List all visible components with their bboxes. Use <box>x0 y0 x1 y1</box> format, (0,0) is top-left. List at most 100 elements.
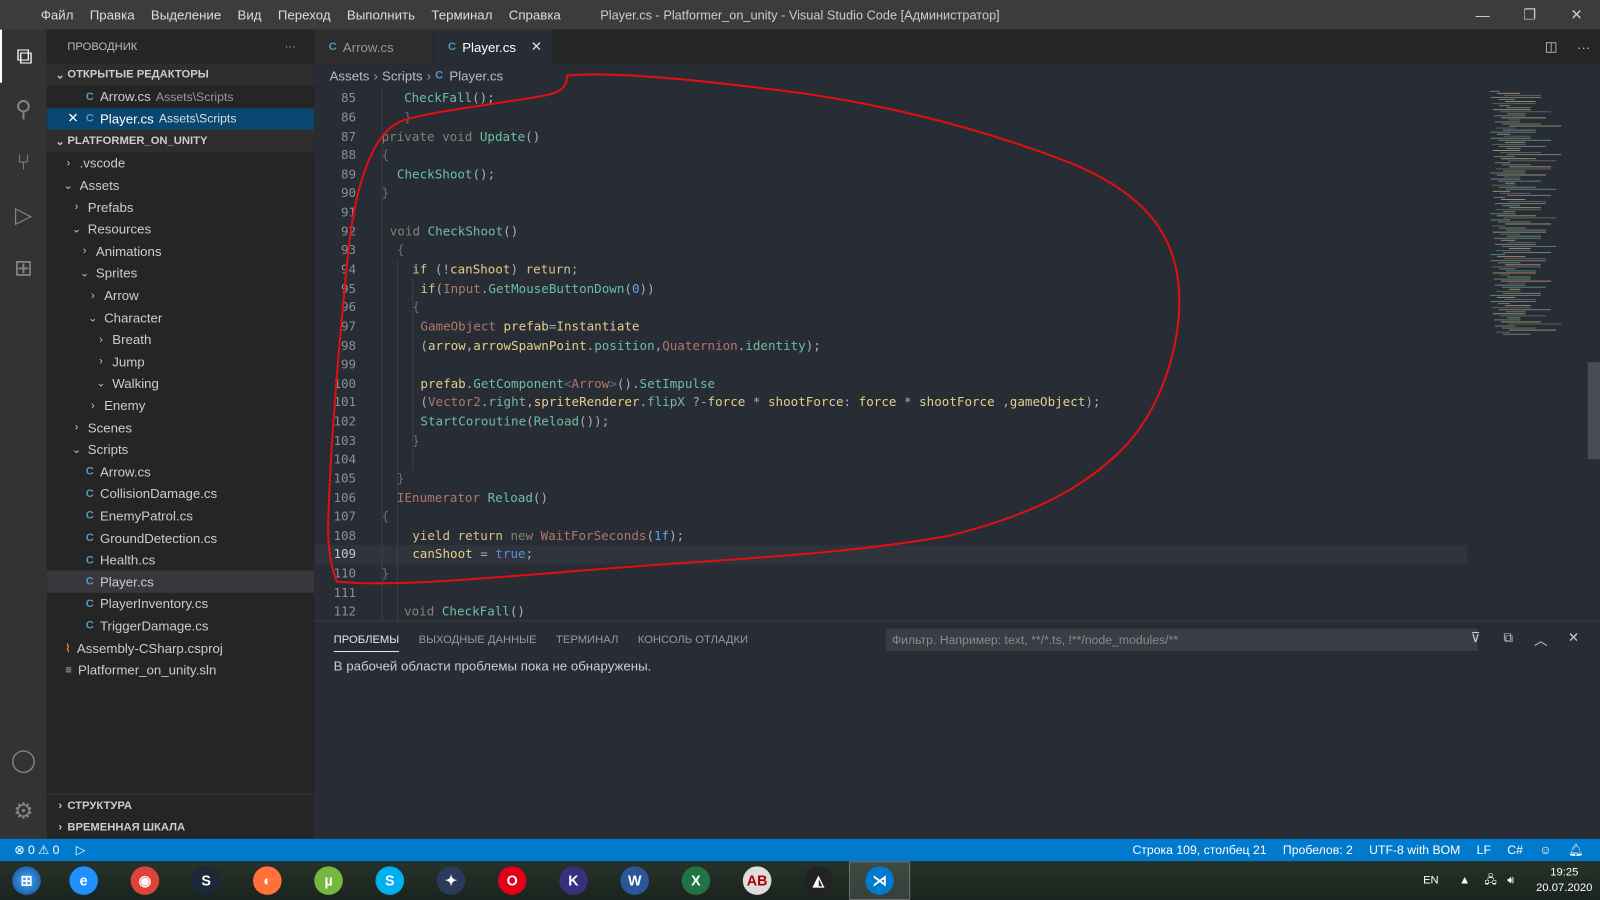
language-mode[interactable]: C# <box>1507 843 1523 857</box>
code-line[interactable]: 90} <box>314 184 1467 203</box>
taskbar-unity-hub-icon[interactable]: ✦ <box>420 861 481 900</box>
tree-folder[interactable]: › Scenes <box>47 417 314 439</box>
code-line[interactable]: 96 { <box>314 298 1467 317</box>
more-icon[interactable]: ··· <box>1567 39 1600 54</box>
menu-item[interactable]: Выделение <box>143 7 230 22</box>
code-line[interactable]: 93 { <box>314 241 1467 260</box>
collapse-all-icon[interactable]: ⧉ <box>1492 630 1525 649</box>
code-line[interactable]: 106 IEnumerator Reload() <box>314 488 1467 507</box>
tree-file[interactable]: C PlayerInventory.cs <box>47 593 314 615</box>
code-line[interactable]: 86} <box>314 108 1467 127</box>
close-icon[interactable]: ✕ <box>67 111 85 127</box>
tree-folder[interactable]: ⌄ Assets <box>47 174 314 196</box>
taskbar-word-icon[interactable]: W <box>604 861 665 900</box>
open-editor-player[interactable]: ✕ C Player.cs Assets\Scripts <box>46 107 315 130</box>
tree-folder[interactable]: ⌄ Resources <box>47 218 314 240</box>
project-section[interactable]: ⌄ PLATFORMER_ON_UNITY <box>46 129 315 153</box>
gear-icon[interactable]: ⚙ <box>0 785 47 838</box>
explorer-icon[interactable]: ⧉ <box>0 29 47 83</box>
code-line[interactable]: 91 <box>314 203 1467 222</box>
code-line[interactable]: 89 CheckShoot(); <box>314 165 1467 184</box>
maximize-panel-icon[interactable]: ︿ <box>1524 630 1557 649</box>
tree-folder[interactable]: › Arrow <box>47 284 314 306</box>
menu-item[interactable]: Терминал <box>423 7 500 22</box>
tree-folder[interactable]: › Jump <box>47 351 314 373</box>
feedback-icon[interactable]: ☺ <box>1539 843 1552 857</box>
tree-file[interactable]: ≡ Platformer_on_unity.sln <box>47 659 314 681</box>
tree-file[interactable]: ⌇ Assembly-CSharp.csproj <box>47 637 314 659</box>
tab-output[interactable]: ВЫХОДНЫЕ ДАННЫЕ <box>419 634 537 646</box>
breadcrumb-item[interactable]: Player.cs <box>449 68 503 83</box>
code-line[interactable]: 87 private void Update() <box>314 127 1467 146</box>
code-line[interactable]: 112 void CheckFall() <box>314 602 1467 620</box>
code-line[interactable]: 108 yield return new WaitForSeconds(1f); <box>314 526 1467 545</box>
code-line[interactable]: 103} <box>314 431 1467 450</box>
open-editors-section[interactable]: ⌄ ОТКРЫТЫЕ РЕДАКТОРЫ <box>46 63 315 86</box>
code-line[interactable]: 94 if (!canShoot) return; <box>314 260 1467 279</box>
vertical-scrollbar[interactable] <box>1587 362 1600 460</box>
taskbar-unity-icon[interactable]: ◭ <box>788 861 849 900</box>
outline-section[interactable]: › СТРУКТУРА <box>46 793 315 817</box>
code-line[interactable]: 111 <box>314 583 1467 602</box>
tree-folder[interactable]: › .vscode <box>47 152 314 174</box>
menu-item[interactable]: Файл <box>33 7 82 22</box>
filter-icon[interactable]: ⊽ <box>1459 630 1492 649</box>
search-icon[interactable]: ⚲ <box>0 83 47 136</box>
taskbar-steam-icon[interactable]: S <box>176 861 237 900</box>
taskbar-chrome-icon[interactable]: ◉ <box>114 861 175 900</box>
code-line[interactable]: 88 { <box>314 146 1467 165</box>
source-control-icon[interactable]: ⑂ <box>0 136 47 189</box>
menu-item[interactable]: Переход <box>270 7 339 22</box>
menu-item[interactable]: Вид <box>229 7 269 22</box>
code-line[interactable]: 101 (Vector2.right,spriteRenderer.flipX ?… <box>314 393 1467 412</box>
start-button[interactable]: ⊞ <box>0 861 53 900</box>
more-actions-button[interactable]: ··· <box>285 40 296 52</box>
run-icon[interactable]: ▷ <box>76 843 85 857</box>
tree-folder[interactable]: › Prefabs <box>47 196 314 218</box>
taskbar-opera-icon[interactable]: O <box>482 861 543 900</box>
code-line[interactable]: 99 <box>314 355 1467 374</box>
tree-folder[interactable]: ⌄ Sprites <box>47 262 314 284</box>
tree-file[interactable]: C CollisionDamage.cs <box>47 483 314 505</box>
menu-item[interactable]: Справка <box>501 7 569 22</box>
split-editor-icon[interactable]: ◫ <box>1535 39 1568 55</box>
tree-file[interactable]: C Arrow.cs <box>47 461 314 483</box>
tree-folder[interactable]: ⌄ Character <box>47 306 314 328</box>
volume-icon[interactable]: 🔊︎ <box>1507 874 1514 887</box>
problems-status[interactable]: ⊗ 0 ⚠ 0 <box>14 843 59 857</box>
tab-player-cs[interactable]: C Player.cs ✕ <box>433 29 554 65</box>
tree-file[interactable]: C TriggerDamage.cs <box>47 615 314 637</box>
taskbar-k-app-icon[interactable]: K <box>543 861 604 900</box>
code-line[interactable]: 98 (arrow,arrowSpawnPoint.position,Quater… <box>314 336 1467 355</box>
notifications-icon[interactable]: 🔔︎ <box>1568 843 1584 857</box>
account-icon[interactable]: ◯ <box>0 734 47 787</box>
language-indicator[interactable]: EN <box>1423 874 1439 886</box>
code-line[interactable]: 105} <box>314 469 1467 488</box>
tree-folder[interactable]: › Enemy <box>47 395 314 417</box>
taskbar-vscode-icon[interactable]: ⋊ <box>848 861 911 900</box>
line-ending[interactable]: LF <box>1477 843 1491 857</box>
tree-folder[interactable]: ⌄ Scripts <box>47 439 314 461</box>
minimize-button[interactable]: — <box>1459 0 1506 30</box>
code-line[interactable]: 97 GameObject prefab=Instantiate <box>314 317 1467 336</box>
tray-expand-icon[interactable]: ▲ <box>1459 874 1470 886</box>
restore-button[interactable]: ❐ <box>1506 0 1553 30</box>
breadcrumb-item[interactable]: Scripts <box>382 68 423 83</box>
encoding[interactable]: UTF-8 with BOM <box>1369 843 1460 857</box>
taskbar-skype-icon[interactable]: S <box>359 861 420 900</box>
problems-filter-input[interactable]: Фильтр. Например: text, **/*.ts, !**/nod… <box>885 628 1478 652</box>
tree-file[interactable]: C Health.cs <box>47 549 314 571</box>
code-line[interactable]: 95 if(Input.GetMouseButtonDown(0)) <box>314 279 1467 298</box>
code-line[interactable]: 85 CheckFall(); <box>314 89 1467 108</box>
close-panel-icon[interactable]: ✕ <box>1557 630 1590 649</box>
code-line[interactable]: 100 prefab.GetComponent<Arrow>().SetImpul… <box>314 374 1467 393</box>
code-line[interactable]: 102 StartCoroutine(Reload()); <box>314 412 1467 431</box>
tree-folder[interactable]: ⌄ Walking <box>47 373 314 395</box>
taskbar-abc-net-icon[interactable]: AB <box>727 861 788 900</box>
code-line[interactable]: 92 void CheckShoot() <box>314 222 1467 241</box>
indentation[interactable]: Пробелов: 2 <box>1283 843 1353 857</box>
tree-file[interactable]: C GroundDetection.cs <box>47 527 314 549</box>
code-line[interactable]: 107 { <box>314 507 1467 526</box>
tree-file[interactable]: C Player.cs <box>46 570 315 593</box>
open-editor-arrow[interactable]: C Arrow.cs Assets\Scripts <box>47 86 314 108</box>
